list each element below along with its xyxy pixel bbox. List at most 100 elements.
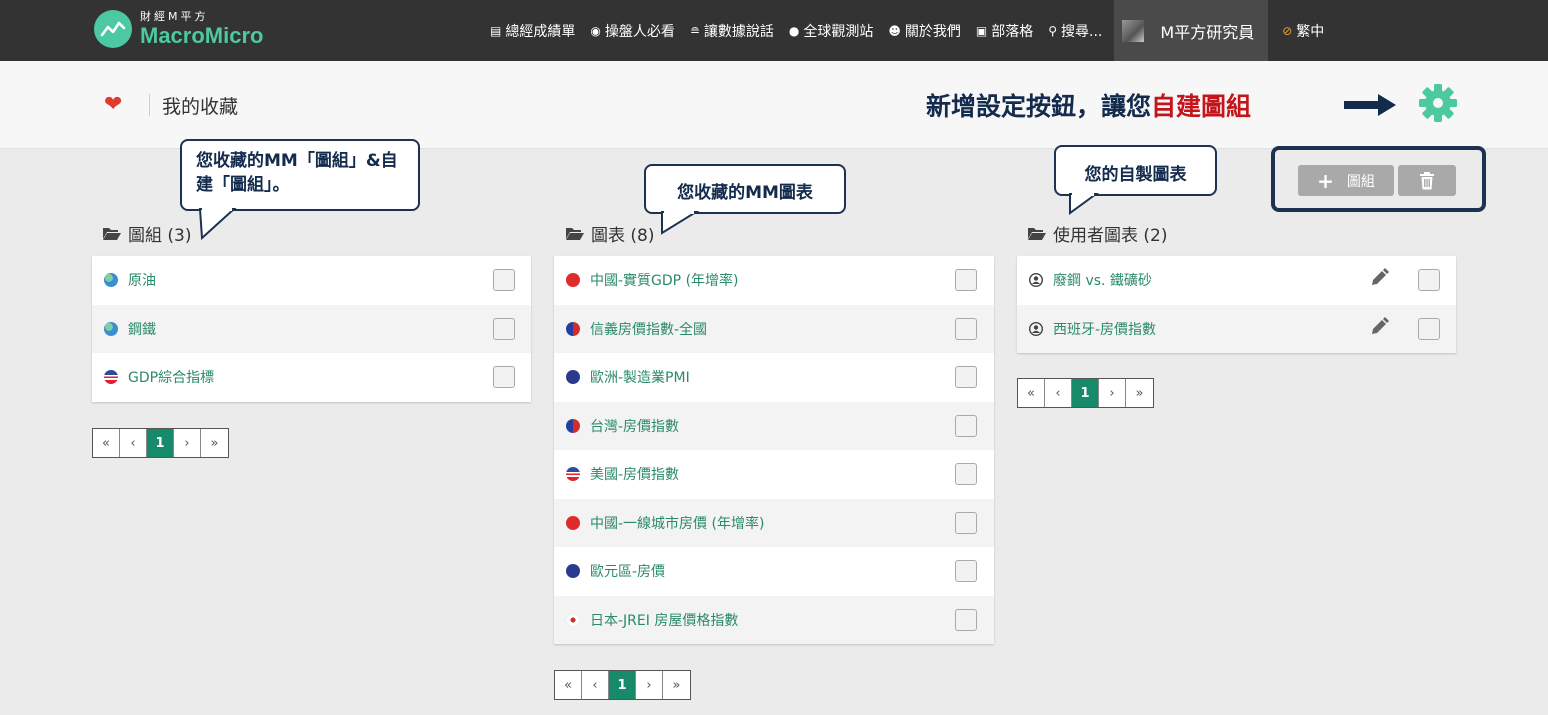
section-header-charts: 圖表 (8) [566,221,654,246]
prev-page-button[interactable]: ‹ [120,429,147,457]
promo-text: 新增設定按鈕，讓您 [926,92,1152,121]
arrow-right-icon [1344,94,1396,116]
current-page-button[interactable]: 1 [609,671,636,699]
item-label[interactable]: 廢鋼 vs. 鐵礦砂 [1053,270,1152,290]
select-checkbox[interactable] [1418,317,1440,340]
select-checkbox[interactable] [493,269,515,291]
section-title: 使用者圖表 (2) [1053,226,1168,246]
list-item[interactable]: 西班牙-房價指數 [1017,304,1456,353]
item-label[interactable]: GDP綜合指標 [128,367,214,387]
list-item[interactable]: 廢鋼 vs. 鐵礦砂 [1017,256,1456,305]
last-page-button[interactable]: » [663,671,690,699]
user-charts-list: 廢鋼 vs. 鐵礦砂 西班牙-房價指數 [1017,256,1456,353]
select-checkbox[interactable] [955,560,977,582]
next-page-button[interactable]: › [636,671,663,699]
select-checkbox[interactable] [955,414,977,437]
prev-page-button[interactable]: ‹ [582,671,609,699]
add-collection-label: 圖組 [1346,173,1375,190]
item-label[interactable]: 日本-JREI 房屋價格指數 [590,610,738,630]
nav-item-global-watch[interactable]: ● 全球觀測站 [789,21,873,41]
item-label[interactable]: 歐洲-製造業PMI [590,367,690,387]
current-page-button[interactable]: 1 [147,429,174,457]
first-page-button[interactable]: « [93,429,120,457]
promo-highlight: 自建圖組 [1151,92,1252,121]
list-item[interactable]: 美國-房價指數 [554,450,994,499]
globe-icon: ● [788,23,800,38]
nav-item-about-us[interactable]: ☻ 關於我們 [888,21,961,41]
nav-item-data-talks[interactable]: ≘ 讓數據說話 [690,21,774,41]
delete-button[interactable] [1398,165,1456,196]
blog-icon: ▣ [975,23,988,38]
last-page-button[interactable]: » [201,429,228,457]
first-page-button[interactable]: « [555,671,582,699]
pagination-user-charts: « ‹ 1 › » [1017,378,1154,408]
next-page-button[interactable]: › [1099,379,1126,407]
pagination-charts: « ‹ 1 › » [554,670,691,700]
nav-item-search[interactable]: ⚲ 搜尋... [1048,21,1102,41]
page-title: 我的收藏 [162,96,239,118]
list-item[interactable]: 信義房價指數-全國 [554,304,994,353]
item-label[interactable]: 信義房價指數-全國 [590,319,707,339]
globe-flag-icon [104,321,118,336]
list-item[interactable]: 鋼鐵 [92,304,531,353]
item-label[interactable]: 鋼鐵 [128,319,156,339]
select-checkbox[interactable] [955,511,977,534]
main-nav: ▤ 總經成績單 ◉ 操盤人必看 ≘ 讓數據說話 ● 全球觀測站 ☻ 關於我們 ▣ 部落格 ⚲… [490,0,1324,61]
logo-english-text: MacroMicro [140,23,264,48]
add-collection-button[interactable]: + 圖組 [1298,165,1394,196]
select-checkbox[interactable] [493,366,515,388]
item-label[interactable]: 原油 [128,270,156,290]
user-menu[interactable]: M平方研究員 [1114,0,1269,61]
heart-icon: ❤ [104,92,123,117]
nav-item-label: 關於我們 [904,23,961,40]
first-page-button[interactable]: « [1018,379,1045,407]
callout-charts-text: 您收藏的MM圖表 [677,183,813,203]
next-page-button[interactable]: › [174,429,201,457]
list-item[interactable]: 台灣-房價指數 [554,401,994,450]
item-label[interactable]: 中國-一線城市房價 (年增率) [590,513,764,533]
macromicro-logo[interactable]: 財經M平方 MacroMicro [94,9,263,49]
item-label[interactable]: 西班牙-房價指數 [1053,319,1156,339]
section-title: 圖組 (3) [128,226,192,246]
avatar [1122,19,1145,42]
promo-banner: 新增設定按鈕，讓您自建圖組 [926,87,1251,123]
taiwan-flag-icon [566,321,580,336]
list-item[interactable]: 原油 [92,256,531,305]
pencil-edit-icon[interactable] [1369,268,1389,288]
pencil-edit-icon[interactable] [1369,316,1389,337]
list-item[interactable]: 日本-JREI 房屋價格指數 [554,595,994,644]
select-checkbox[interactable] [493,317,515,340]
item-label[interactable]: 台灣-房價指數 [590,416,679,436]
last-page-button[interactable]: » [1126,379,1153,407]
item-label[interactable]: 歐元區-房價 [590,561,665,581]
select-checkbox[interactable] [955,366,977,388]
current-page-button[interactable]: 1 [1072,379,1099,407]
prev-page-button[interactable]: ‹ [1045,379,1072,407]
japan-flag-icon [566,612,580,627]
nav-item-blog[interactable]: ▣ 部落格 [976,21,1033,41]
nav-item-label: 搜尋... [1061,23,1103,40]
callout-tail [661,210,700,235]
select-checkbox[interactable] [1418,269,1440,291]
language-switcher[interactable]: ⊘ 繁中 [1282,21,1324,41]
plus-icon: + [1317,168,1334,193]
list-item[interactable]: 中國-一線城市房價 (年增率) [554,498,994,547]
list-item[interactable]: 歐洲-製造業PMI [554,353,994,402]
nav-item-label: 總經成績單 [505,23,576,40]
item-label[interactable]: 美國-房價指數 [590,464,679,484]
users-icon: ☻ [888,23,901,38]
nav-item-scorecard[interactable]: ▤ 總經成績單 [490,21,575,41]
collection-toolbar: + 圖組 [1271,146,1486,212]
list-item[interactable]: 歐元區-房價 [554,547,994,596]
list-item[interactable]: 中國-實質GDP (年增率) [554,256,994,305]
logo-chinese-text: 財經M平方 [140,10,209,23]
select-checkbox[interactable] [955,463,977,485]
gear-icon[interactable] [1418,83,1458,123]
nav-item-trader-must-see[interactable]: ◉ 操盤人必看 [590,21,674,41]
callout-charts: 您收藏的MM圖表 [644,164,846,214]
list-item[interactable]: GDP綜合指標 [92,353,531,402]
select-checkbox[interactable] [955,608,977,631]
select-checkbox[interactable] [955,269,977,291]
item-label[interactable]: 中國-實質GDP (年增率) [590,270,739,290]
select-checkbox[interactable] [955,317,977,340]
